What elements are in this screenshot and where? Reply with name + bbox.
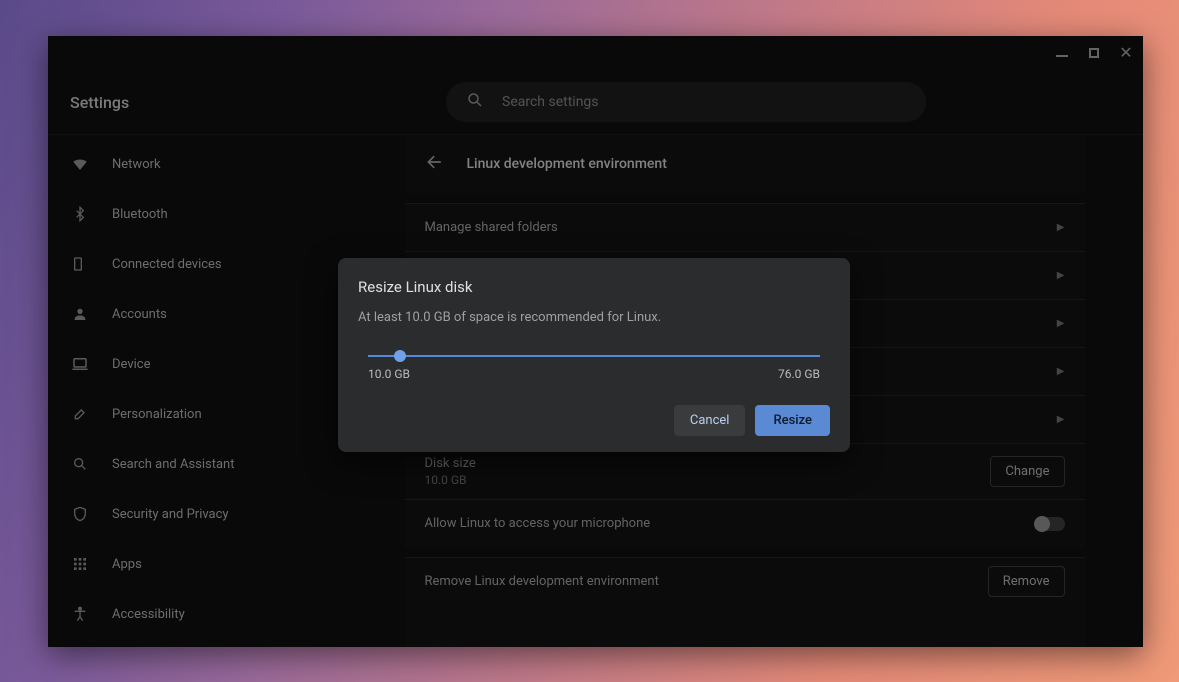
change-button[interactable]: Change [990,456,1064,487]
chevron-right-icon: ▶ [1057,318,1065,329]
sidebar-item-label: Apps [112,557,142,572]
resize-disk-dialog: Resize Linux disk At least 10.0 GB of sp… [338,258,850,452]
person-icon [70,304,90,324]
search-icon [466,91,484,113]
brush-icon [70,404,90,424]
panel-title: Linux development environment [467,156,667,172]
disk-size-value: 10.0 GB [425,473,476,487]
disk-size-label: Disk size [425,456,476,471]
slider-min-label: 10.0 GB [368,367,410,381]
minimize-button[interactable] [1055,46,1069,60]
mic-label: Allow Linux to access your microphone [425,516,651,531]
chevron-right-icon: ▶ [1057,414,1065,425]
sidebar-item-label: Device [112,357,151,372]
resize-button[interactable]: Resize [755,405,830,436]
cancel-button[interactable]: Cancel [674,405,746,436]
row-remove-linux: Remove Linux development environment Rem… [405,557,1085,605]
disk-size-slider[interactable] [368,355,820,357]
maximize-button[interactable] [1087,46,1101,60]
panel-header: Linux development environment [405,135,1085,193]
accessibility-icon [70,604,90,624]
row-allow-mic: Allow Linux to access your microphone [405,499,1085,547]
sidebar-item-network[interactable]: Network [48,139,346,189]
shield-icon [70,504,90,524]
sidebar-item-search-assistant[interactable]: Search and Assistant [48,439,346,489]
search-field[interactable] [446,82,926,122]
app-header: Settings [48,70,1143,135]
search-input[interactable] [502,94,906,110]
dialog-subtitle: At least 10.0 GB of space is recommended… [358,310,830,325]
slider-thumb[interactable] [394,350,406,362]
sidebar-item-connected-devices[interactable]: Connected devices [48,239,346,289]
back-arrow-icon[interactable] [425,152,445,176]
sidebar-item-label: Network [112,157,161,172]
dialog-title: Resize Linux disk [358,278,830,296]
sidebar-item-security-privacy[interactable]: Security and Privacy [48,489,346,539]
sidebar-item-label: Accessibility [112,607,185,622]
devices-icon [70,254,90,274]
sidebar-item-label: Connected devices [112,257,222,272]
mic-toggle[interactable] [1035,517,1065,531]
chevron-right-icon: ▶ [1057,222,1065,233]
apps-icon [70,554,90,574]
sidebar-item-apps[interactable]: Apps [48,539,346,589]
sidebar-item-device[interactable]: Device [48,339,346,389]
sidebar-item-bluetooth[interactable]: Bluetooth [48,189,346,239]
sidebar-item-personalization[interactable]: Personalization [48,389,346,439]
chevron-right-icon: ▶ [1057,270,1065,281]
search-icon [70,454,90,474]
row-manage-shared-folders[interactable]: Manage shared folders ▶ [405,203,1085,251]
sidebar-item-accounts[interactable]: Accounts [48,289,346,339]
window-titlebar: ✕ [48,36,1143,70]
slider-max-label: 76.0 GB [778,367,820,381]
laptop-icon [70,354,90,374]
row-label: Manage shared folders [425,220,558,235]
sidebar-item-label: Security and Privacy [112,507,229,522]
sidebar: Network Bluetooth Connected devices Acco… [48,135,346,647]
wifi-icon [70,154,90,174]
remove-button[interactable]: Remove [988,566,1065,597]
sidebar-item-accessibility[interactable]: Accessibility [48,589,346,639]
sidebar-item-label: Bluetooth [112,207,168,222]
bluetooth-icon [70,204,90,224]
sidebar-item-label: Search and Assistant [112,457,235,472]
sidebar-item-label: Accounts [112,307,167,322]
sidebar-item-label: Personalization [112,407,202,422]
settings-window: ✕ Settings Network Bluetooth Connected d… [48,36,1143,647]
close-button[interactable]: ✕ [1119,46,1133,60]
chevron-right-icon: ▶ [1057,366,1065,377]
remove-label: Remove Linux development environment [425,574,659,589]
app-title: Settings [48,93,346,112]
